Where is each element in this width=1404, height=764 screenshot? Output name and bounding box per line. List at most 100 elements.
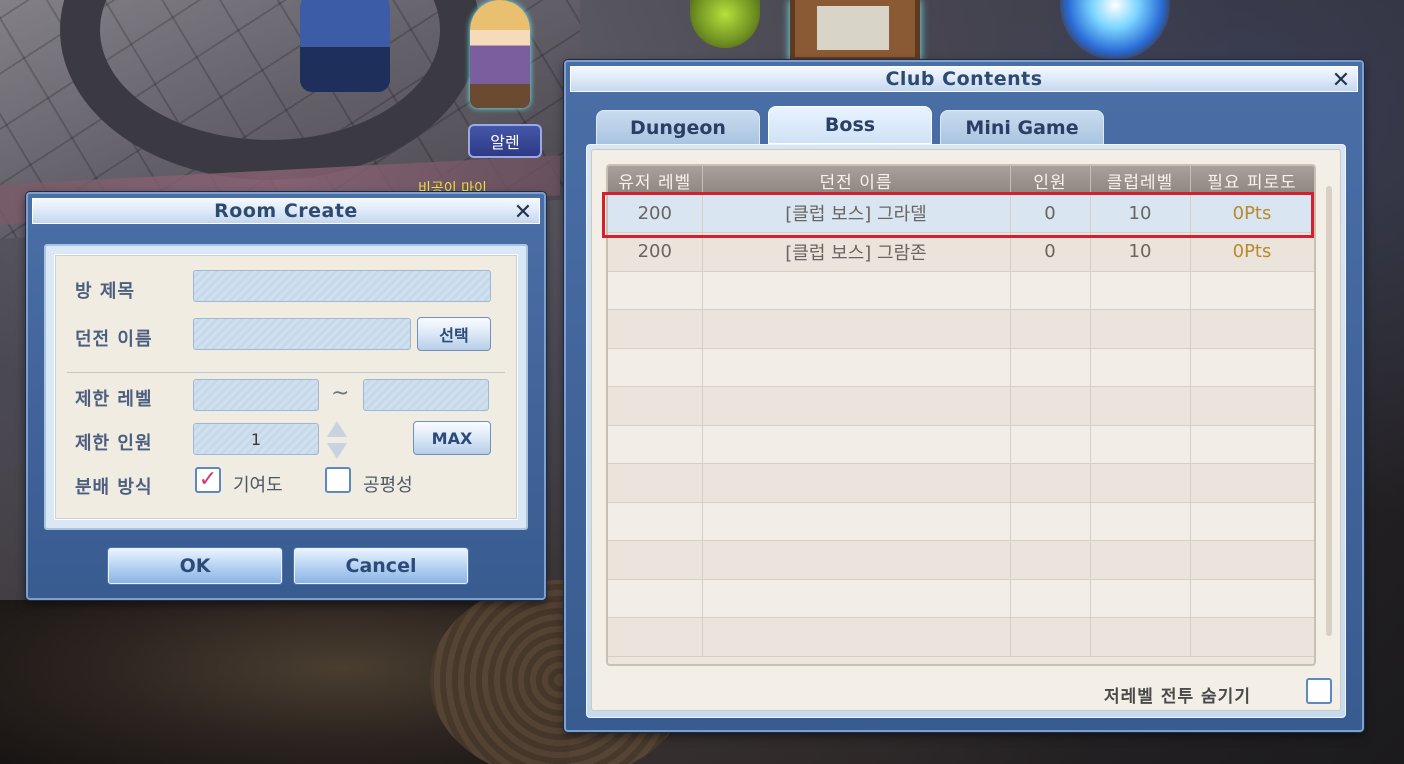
empty-cell xyxy=(1190,579,1314,618)
empty-cell xyxy=(1090,617,1191,657)
empty-cell xyxy=(1010,502,1091,541)
table-row-empty xyxy=(608,540,1314,580)
empty-cell xyxy=(1010,579,1091,618)
room-title-input[interactable] xyxy=(193,270,491,302)
cell-user-level: 200 xyxy=(608,194,703,233)
empty-cell xyxy=(1190,271,1314,310)
table-row-empty xyxy=(608,348,1314,387)
empty-cell xyxy=(702,502,1011,541)
tab-boss[interactable]: Boss xyxy=(768,106,932,144)
window-title: Room Create xyxy=(214,200,358,222)
cell-fatigue: 0Pts xyxy=(1190,194,1314,233)
table-row-empty xyxy=(608,502,1314,541)
green-urn xyxy=(690,0,760,48)
empty-cell xyxy=(702,463,1011,503)
window-title: Club Contents xyxy=(885,68,1043,90)
empty-cell xyxy=(1190,309,1314,349)
cell-user-level: 200 xyxy=(608,232,703,272)
empty-cell xyxy=(1090,271,1191,310)
cancel-button[interactable]: Cancel xyxy=(294,548,468,584)
select-dungeon-button[interactable]: 선택 xyxy=(417,317,491,351)
notice-board xyxy=(790,0,920,62)
empty-cell xyxy=(1010,425,1091,464)
empty-cell xyxy=(608,540,703,580)
table-row-empty xyxy=(608,425,1314,464)
cell-club-level: 10 xyxy=(1090,232,1191,272)
hide-low-level-checkbox[interactable] xyxy=(1306,678,1332,704)
level-min-input[interactable] xyxy=(193,379,319,411)
table-scrollbar[interactable] xyxy=(1326,186,1332,636)
cell-members: 0 xyxy=(1010,194,1091,233)
empty-cell xyxy=(1090,386,1191,426)
column-header: 유저 레벨 xyxy=(608,166,703,194)
dungeon-name-label: 던전 이름 xyxy=(75,329,153,350)
empty-cell xyxy=(702,617,1011,657)
club-contents-titlebar[interactable]: Club Contents ✕ xyxy=(570,66,1358,93)
table-row[interactable]: 200 [클럽 보스] 그람존 0 10 0Pts xyxy=(608,232,1314,272)
empty-cell xyxy=(702,309,1011,349)
level-max-input[interactable] xyxy=(363,379,489,411)
cell-fatigue: 0Pts xyxy=(1190,232,1314,272)
empty-cell xyxy=(1010,309,1091,349)
tab-dungeon[interactable]: Dungeon xyxy=(596,110,760,146)
empty-cell xyxy=(608,463,703,503)
member-count-stepper[interactable] xyxy=(327,421,347,459)
empty-cell xyxy=(608,271,703,310)
cell-members: 0 xyxy=(1010,232,1091,272)
member-limit-label: 제한 인원 xyxy=(75,433,153,454)
empty-cell xyxy=(1010,617,1091,657)
level-limit-label: 제한 레벨 xyxy=(75,389,153,410)
empty-cell xyxy=(702,579,1011,618)
npc-character[interactable] xyxy=(470,0,530,108)
empty-cell xyxy=(1190,617,1314,657)
room-create-titlebar[interactable]: Room Create ✕ xyxy=(32,198,540,225)
table-row-empty xyxy=(608,463,1314,503)
tab-mini-game[interactable]: Mini Game xyxy=(940,110,1104,146)
empty-cell xyxy=(702,540,1011,580)
table-row-empty xyxy=(608,309,1314,349)
table-header-row: 유저 레벨 던전 이름 인원 클럽레벨 필요 피로도 xyxy=(608,166,1314,194)
room-create-form: 방 제목 던전 이름 선택 제한 레벨 ~ 제한 인원 1 MAX 분배 방식 … xyxy=(54,254,518,520)
empty-cell xyxy=(608,309,703,349)
stepper-down-icon[interactable] xyxy=(327,443,347,459)
fairness-checkbox[interactable] xyxy=(325,467,351,493)
empty-cell xyxy=(1090,309,1191,349)
empty-cell xyxy=(1190,425,1314,464)
empty-cell xyxy=(1190,386,1314,426)
empty-cell xyxy=(1090,579,1191,618)
empty-cell xyxy=(1090,540,1191,580)
cell-dungeon-name: [클럽 보스] 그라델 xyxy=(702,194,1011,233)
divider xyxy=(67,372,505,373)
empty-cell xyxy=(608,348,703,387)
close-icon[interactable]: ✕ xyxy=(1329,68,1353,93)
empty-cell xyxy=(608,425,703,464)
contribution-label: 기여도 xyxy=(233,475,283,496)
table-row-empty xyxy=(608,386,1314,426)
member-count-input[interactable]: 1 xyxy=(193,423,319,455)
empty-cell xyxy=(702,425,1011,464)
dungeon-table: 유저 레벨 던전 이름 인원 클럽레벨 필요 피로도 200 [클럽 보스] 그… xyxy=(606,164,1316,666)
range-tilde: ~ xyxy=(331,381,350,406)
dungeon-name-input[interactable] xyxy=(193,318,411,350)
close-icon[interactable]: ✕ xyxy=(511,200,535,225)
guard-character xyxy=(300,0,390,92)
contribution-checkbox[interactable]: ✓ xyxy=(195,467,221,493)
column-header: 던전 이름 xyxy=(702,166,1011,194)
empty-cell xyxy=(608,579,703,618)
table-row-empty xyxy=(608,271,1314,310)
empty-cell xyxy=(702,348,1011,387)
npc-name-tag[interactable]: 알렌 xyxy=(468,124,542,158)
column-header: 인원 xyxy=(1010,166,1091,194)
empty-cell xyxy=(1090,463,1191,503)
empty-cell xyxy=(702,271,1011,310)
cell-club-level: 10 xyxy=(1090,194,1191,233)
empty-cell xyxy=(1010,386,1091,426)
max-members-button[interactable]: MAX xyxy=(413,421,491,455)
tab-bar: Dungeon Boss Mini Game xyxy=(596,106,1104,146)
table-row-selected[interactable]: 200 [클럽 보스] 그라델 0 10 0Pts xyxy=(608,194,1314,233)
table-row-empty xyxy=(608,579,1314,618)
stepper-up-icon[interactable] xyxy=(327,421,347,437)
ok-button[interactable]: OK xyxy=(108,548,282,584)
club-contents-body: 유저 레벨 던전 이름 인원 클럽레벨 필요 피로도 200 [클럽 보스] 그… xyxy=(586,144,1346,718)
distribution-label: 분배 방식 xyxy=(75,477,153,498)
